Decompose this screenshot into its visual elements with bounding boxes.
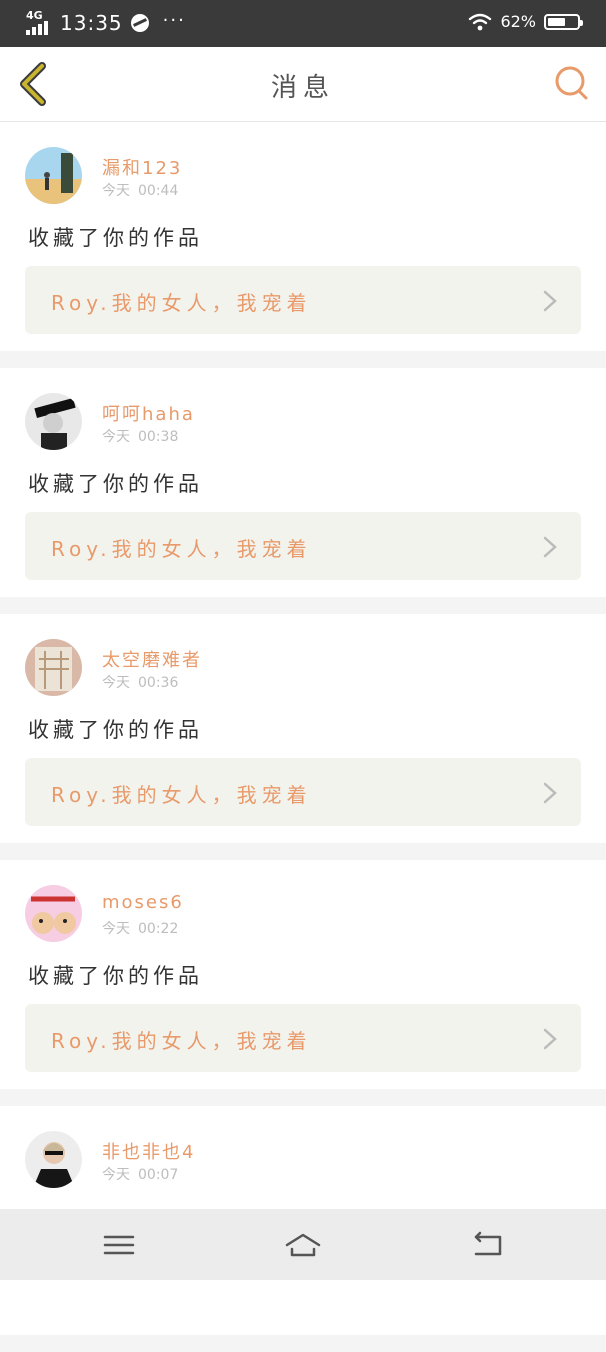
battery-icon xyxy=(544,13,583,30)
overflow-dots: ··· xyxy=(162,9,186,31)
avatar[interactable] xyxy=(25,885,82,942)
work-title: Roy.我的女人，我宠着 xyxy=(51,783,312,807)
avatar[interactable] xyxy=(25,393,82,450)
wifi-icon xyxy=(469,13,492,30)
action-text: 收藏了你的作品 xyxy=(28,226,203,250)
message-card: moses6 今天 00:22 收藏了你的作品 Roy.我的女人，我宠着 xyxy=(0,860,606,1089)
chevron-right-icon xyxy=(543,1028,557,1050)
username[interactable]: 非也非也4 xyxy=(102,1138,195,1164)
browser-ball-icon xyxy=(130,14,149,32)
action-text: 收藏了你的作品 xyxy=(28,964,203,988)
work-title: Roy.我的女人，我宠着 xyxy=(51,1029,312,1053)
message-card: 漏和123 今天 00:44 收藏了你的作品 Roy.我的女人，我宠着 xyxy=(0,122,606,351)
timestamp: 今天 00:38 xyxy=(102,429,179,445)
message-list: 漏和123 今天 00:44 收藏了你的作品 Roy.我的女人，我宠着 呵呵hah… xyxy=(0,122,606,1352)
work-title: Roy.我的女人，我宠着 xyxy=(51,537,312,561)
header: 消息 xyxy=(0,47,606,122)
work-link[interactable]: Roy.我的女人，我宠着 xyxy=(25,758,581,826)
chevron-right-icon xyxy=(543,782,557,804)
username[interactable]: moses6 xyxy=(102,892,184,913)
timestamp: 今天 00:07 xyxy=(102,1167,179,1183)
work-link[interactable]: Roy.我的女人，我宠着 xyxy=(25,1004,581,1072)
home-icon[interactable] xyxy=(285,1229,321,1261)
menu-icon[interactable] xyxy=(101,1229,137,1261)
chevron-right-icon xyxy=(543,536,557,558)
system-nav-bar xyxy=(0,1209,606,1280)
timestamp: 今天 00:22 xyxy=(102,921,179,937)
message-card: 呵呵haha 今天 00:38 收藏了你的作品 Roy.我的女人，我宠着 xyxy=(0,368,606,597)
back-icon[interactable] xyxy=(470,1229,506,1261)
network-type: 4G xyxy=(26,9,43,22)
username[interactable]: 太空磨难者 xyxy=(102,646,202,672)
avatar[interactable] xyxy=(25,147,82,204)
timestamp: 今天 00:36 xyxy=(102,675,179,691)
work-title: Roy.我的女人，我宠着 xyxy=(51,291,312,315)
action-text: 收藏了你的作品 xyxy=(28,472,203,496)
signal-icon: 4G xyxy=(26,9,52,35)
battery-percent: 62% xyxy=(500,12,536,31)
action-text: 收藏了你的作品 xyxy=(28,718,203,742)
work-link[interactable]: Roy.我的女人，我宠着 xyxy=(25,266,581,334)
username[interactable]: 漏和123 xyxy=(102,154,182,180)
search-icon[interactable] xyxy=(552,63,592,103)
avatar[interactable] xyxy=(25,1131,82,1188)
chevron-right-icon xyxy=(543,290,557,312)
work-link[interactable]: Roy.我的女人，我宠着 xyxy=(25,512,581,580)
username[interactable]: 呵呵haha xyxy=(102,400,195,426)
page-title: 消息 xyxy=(270,73,335,103)
timestamp: 今天 00:44 xyxy=(102,183,179,199)
message-card: 太空磨难者 今天 00:36 收藏了你的作品 Roy.我的女人，我宠着 xyxy=(0,614,606,843)
avatar[interactable] xyxy=(25,639,82,696)
status-time: 13:35 xyxy=(60,11,123,35)
status-bar: 4G 13:35 ··· 62% xyxy=(0,0,606,47)
